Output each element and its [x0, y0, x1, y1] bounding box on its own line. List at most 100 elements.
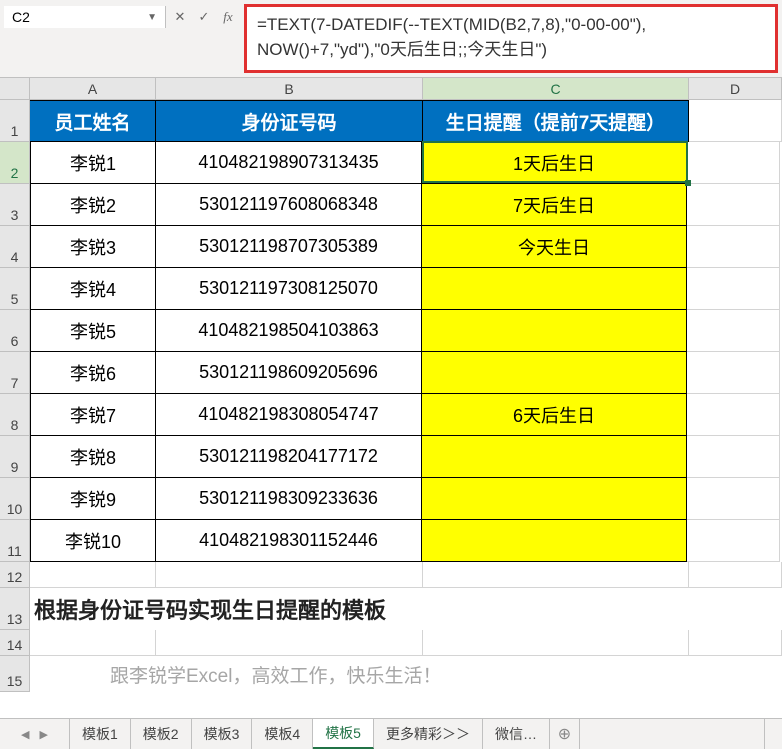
fx-icon[interactable]: fx — [216, 6, 240, 28]
cell-A2[interactable]: 李锐1 — [30, 142, 156, 184]
sheet-tab-1[interactable]: 模板2 — [131, 719, 192, 749]
cell-B4[interactable]: 530121198707305389 — [155, 226, 422, 268]
row-header-6[interactable]: 6 — [0, 310, 30, 352]
cell-B9[interactable]: 530121198204177172 — [155, 436, 422, 478]
cell-D11[interactable] — [687, 520, 780, 562]
cell-C8[interactable]: 6天后生日 — [421, 394, 687, 436]
row-headers: 123456789101112131415 — [0, 100, 30, 692]
cell-D6[interactable] — [687, 310, 780, 352]
cell-D10[interactable] — [687, 478, 780, 520]
tab-nav[interactable]: ◀ ▶ — [0, 719, 70, 749]
row-header-8[interactable]: 8 — [0, 394, 30, 436]
cell-A14[interactable] — [30, 630, 156, 656]
cell-B3[interactable]: 530121197608068348 — [155, 184, 422, 226]
cell-C12[interactable] — [423, 562, 689, 588]
sheet-tab-0[interactable]: 模板1 — [70, 719, 131, 749]
row-header-10[interactable]: 10 — [0, 478, 30, 520]
cell-A6[interactable]: 李锐5 — [30, 310, 156, 352]
row-header-15[interactable]: 15 — [0, 656, 30, 692]
table-header-A[interactable]: 员工姓名 — [30, 100, 156, 142]
select-all-corner[interactable] — [0, 78, 30, 100]
row-header-7[interactable]: 7 — [0, 352, 30, 394]
formula-line1: =TEXT(7-DATEDIF(--TEXT(MID(B2,7,8),"0-00… — [257, 15, 646, 34]
new-sheet-button[interactable]: ⊕ — [550, 719, 580, 749]
sheet-tab-4[interactable]: 模板5 — [313, 719, 374, 749]
table-header-B[interactable]: 身份证号码 — [156, 100, 423, 142]
cell-B8[interactable]: 410482198308054747 — [155, 394, 422, 436]
formula-input[interactable]: =TEXT(7-DATEDIF(--TEXT(MID(B2,7,8),"0-00… — [244, 4, 778, 73]
column-headers: A B C D — [30, 78, 782, 100]
row-header-5[interactable]: 5 — [0, 268, 30, 310]
cell-A10[interactable]: 李锐9 — [30, 478, 156, 520]
chevron-down-icon[interactable]: ▼ — [147, 12, 157, 23]
cell-D14[interactable] — [689, 630, 782, 656]
slogan-text[interactable]: 跟李锐学Excel，高效工作，快乐生活！ — [30, 656, 782, 692]
row-header-13[interactable]: 13 — [0, 588, 30, 630]
row-header-2[interactable]: 2 — [0, 142, 30, 184]
cell-B5[interactable]: 530121197308125070 — [155, 268, 422, 310]
sheet-tab-5[interactable]: 更多精彩＞＞ — [374, 719, 483, 749]
cell-A4[interactable]: 李锐3 — [30, 226, 156, 268]
cell-C3[interactable]: 7天后生日 — [421, 184, 687, 226]
formula-bar-buttons: ✕ ✓ fx — [168, 6, 240, 28]
cancel-icon[interactable]: ✕ — [168, 6, 192, 28]
cell-A11[interactable]: 李锐10 — [30, 520, 156, 562]
col-header-B[interactable]: B — [156, 78, 423, 99]
col-header-D[interactable]: D — [689, 78, 782, 99]
sheet-tab-2[interactable]: 模板3 — [192, 719, 253, 749]
cell-D8[interactable] — [687, 394, 780, 436]
name-box[interactable]: C2 ▼ — [4, 6, 166, 28]
cell-C5[interactable] — [421, 268, 687, 310]
cell-C9[interactable] — [421, 436, 687, 478]
row-header-9[interactable]: 9 — [0, 436, 30, 478]
cell-D1[interactable] — [689, 100, 782, 142]
table-header-C[interactable]: 生日提醒（提前7天提醒） — [423, 100, 689, 142]
cell-D5[interactable] — [687, 268, 780, 310]
cell-A9[interactable]: 李锐8 — [30, 436, 156, 478]
row-header-11[interactable]: 11 — [0, 520, 30, 562]
sheet-tab-bar: ◀ ▶ 模板1模板2模板3模板4模板5更多精彩＞＞微信… ⊕ — [0, 718, 782, 749]
cell-A8[interactable]: 李锐7 — [30, 394, 156, 436]
cell-C4[interactable]: 今天生日 — [421, 226, 687, 268]
row-header-12[interactable]: 12 — [0, 562, 30, 588]
cell-C14[interactable] — [423, 630, 689, 656]
formula-line2: NOW()+7,"yd"),"0天后生日;;今天生日") — [257, 40, 547, 59]
row-header-1[interactable]: 1 — [0, 100, 30, 142]
fill-handle[interactable] — [685, 180, 691, 186]
template-title[interactable]: 根据身份证号码实现生日提醒的模板 — [30, 588, 782, 630]
cell-D2[interactable] — [687, 142, 780, 184]
cell-A7[interactable]: 李锐6 — [30, 352, 156, 394]
cell-C10[interactable] — [421, 478, 687, 520]
cell-B6[interactable]: 410482198504103863 — [155, 310, 422, 352]
cell-B7[interactable]: 530121198609205696 — [155, 352, 422, 394]
cell-A3[interactable]: 李锐2 — [30, 184, 156, 226]
cell-A12[interactable] — [30, 562, 156, 588]
cell-C2[interactable]: 1天后生日 — [421, 142, 687, 184]
cell-B12[interactable] — [156, 562, 423, 588]
cell-A5[interactable]: 李锐4 — [30, 268, 156, 310]
cell-B2[interactable]: 410482198907313435 — [155, 142, 422, 184]
enter-icon[interactable]: ✓ — [192, 6, 216, 28]
cell-D7[interactable] — [687, 352, 780, 394]
col-header-A[interactable]: A — [30, 78, 156, 99]
cell-D12[interactable] — [689, 562, 782, 588]
cell-B14[interactable] — [156, 630, 423, 656]
cell-C6[interactable] — [421, 310, 687, 352]
sheet-tab-3[interactable]: 模板4 — [252, 719, 313, 749]
tab-prev-icon[interactable]: ◀ — [21, 728, 29, 741]
row-header-4[interactable]: 4 — [0, 226, 30, 268]
cell-D3[interactable] — [687, 184, 780, 226]
sheet-tab-6[interactable]: 微信… — [483, 719, 550, 749]
tab-next-icon[interactable]: ▶ — [40, 728, 48, 741]
cell-C7[interactable] — [421, 352, 687, 394]
tab-scroll-right[interactable] — [764, 719, 782, 749]
cell-D9[interactable] — [687, 436, 780, 478]
row-header-14[interactable]: 14 — [0, 630, 30, 656]
col-header-C[interactable]: C — [423, 78, 689, 99]
row-header-3[interactable]: 3 — [0, 184, 30, 226]
cell-B11[interactable]: 410482198301152446 — [155, 520, 422, 562]
cell-D4[interactable] — [687, 226, 780, 268]
spreadsheet-grid: A B C D 123456789101112131415 员工姓名身份证号码生… — [0, 78, 782, 718]
cell-C11[interactable] — [421, 520, 687, 562]
cell-B10[interactable]: 530121198309233636 — [155, 478, 422, 520]
